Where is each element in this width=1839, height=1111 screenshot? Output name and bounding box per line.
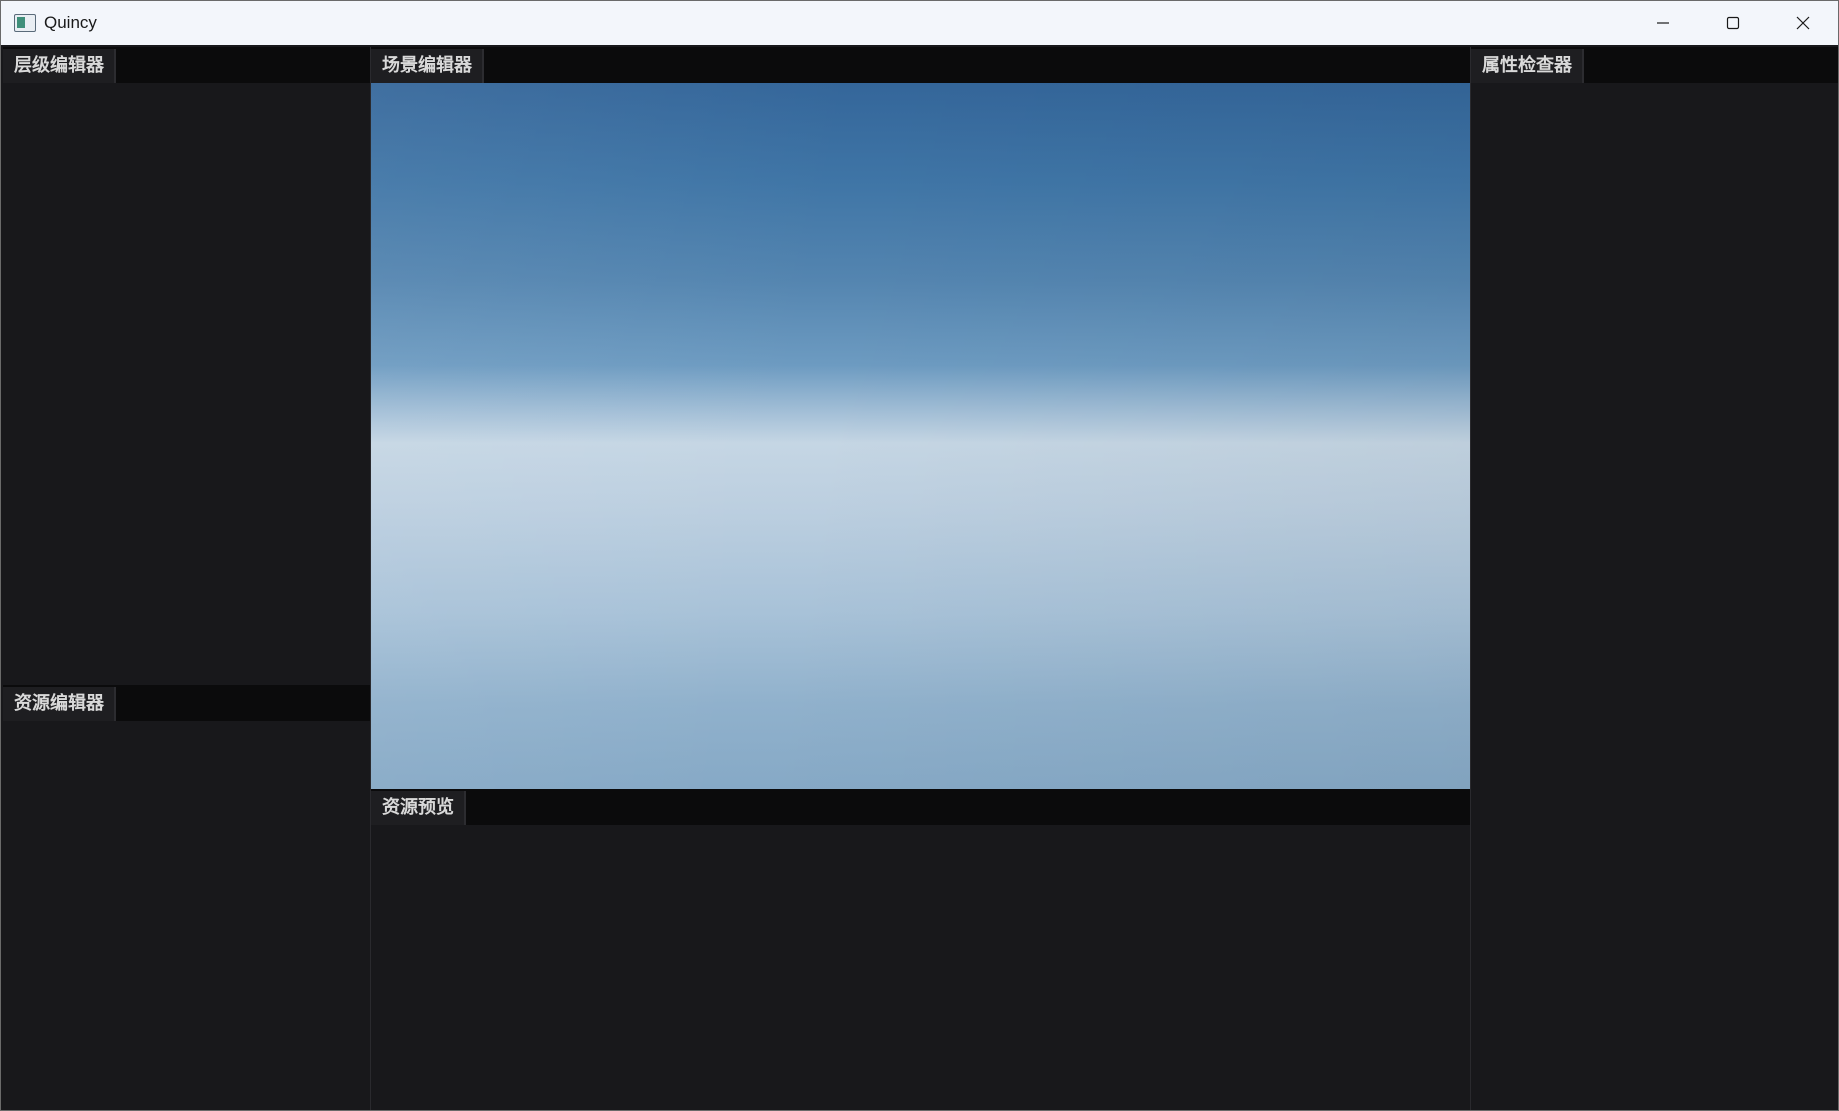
scene-tabstrip: 场景编辑器: [371, 47, 1470, 83]
minimize-icon: [1657, 22, 1669, 24]
app-window-icon: [14, 14, 36, 32]
app-window: Quincy 层级编辑器 资源编辑器 场景编辑器 资源预览 属性检查器: [0, 0, 1839, 1111]
close-icon: [1796, 16, 1810, 30]
tab-asset-preview[interactable]: 资源预览: [371, 791, 466, 825]
maximize-icon: [1726, 16, 1740, 30]
asset-preview-panel: 资源预览: [371, 789, 1470, 1110]
asset-preview-area[interactable]: [371, 825, 1470, 1110]
close-button[interactable]: [1768, 1, 1838, 45]
maximize-button[interactable]: [1698, 1, 1768, 45]
hierarchy-tabstrip: 层级编辑器: [3, 47, 371, 83]
scene-panel: 场景编辑器: [371, 47, 1470, 789]
tab-property-inspector[interactable]: 属性检查器: [1471, 49, 1584, 83]
title-bar[interactable]: Quincy: [1, 1, 1838, 45]
window-title: Quincy: [44, 13, 97, 32]
inspector-panel: 属性检查器: [1471, 47, 1838, 1110]
right-splitter[interactable]: [1470, 47, 1471, 1110]
hierarchy-tree[interactable]: [3, 83, 371, 683]
scene-viewport[interactable]: [371, 83, 1470, 789]
inspector-tabstrip: 属性检查器: [1471, 47, 1838, 83]
left-splitter[interactable]: [370, 47, 371, 1110]
minimize-button[interactable]: [1628, 1, 1698, 45]
caption-buttons: [1628, 1, 1838, 45]
asset-browser[interactable]: [3, 721, 371, 1110]
asset-editor-panel: 资源编辑器: [3, 685, 371, 1110]
inspector-body[interactable]: [1471, 83, 1838, 1110]
tab-hierarchy-editor[interactable]: 层级编辑器: [3, 49, 116, 83]
asset-editor-tabstrip: 资源编辑器: [3, 685, 371, 721]
hierarchy-panel: 层级编辑器: [3, 47, 371, 683]
tab-scene-editor[interactable]: 场景编辑器: [371, 49, 484, 83]
tab-asset-editor[interactable]: 资源编辑器: [3, 687, 116, 721]
asset-preview-tabstrip: 资源预览: [371, 789, 1470, 825]
